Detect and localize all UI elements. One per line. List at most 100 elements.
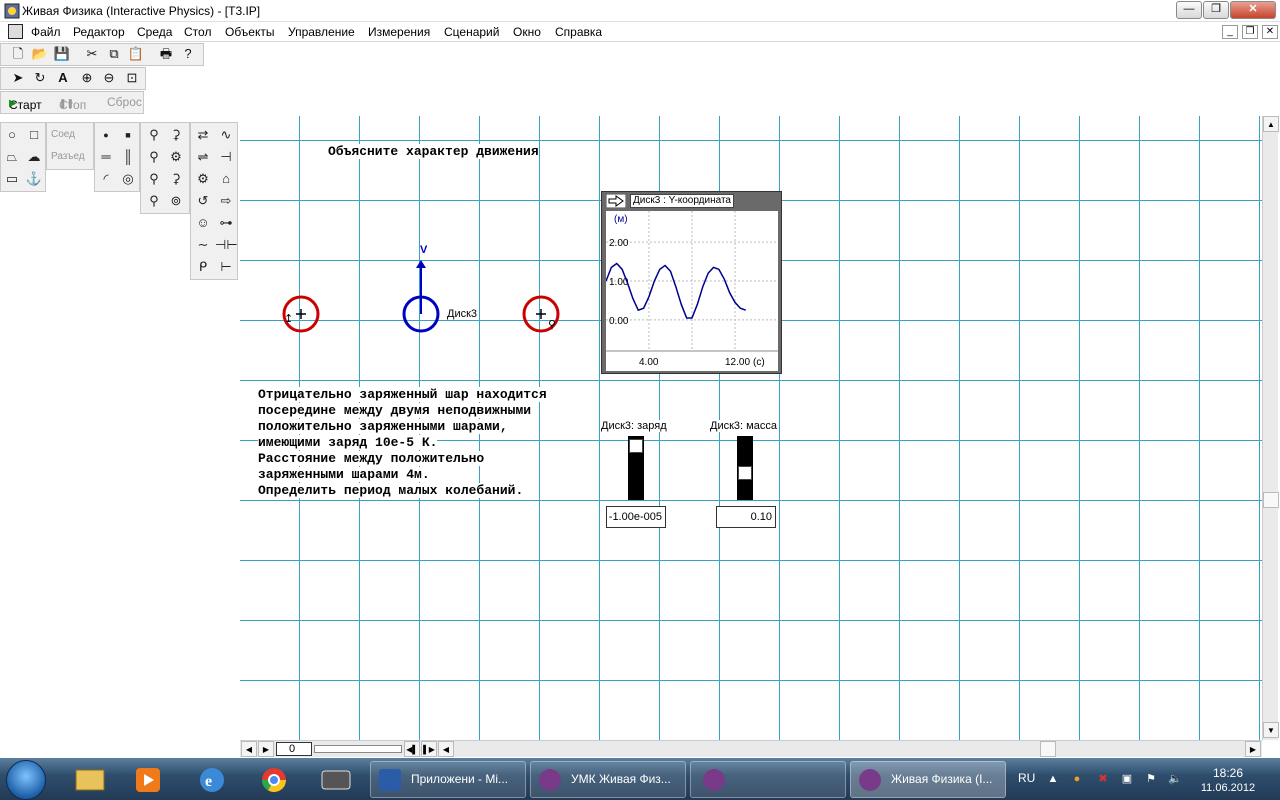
square-point-tool-icon[interactable]: ■ (117, 125, 139, 145)
menu-control[interactable]: Управление (288, 25, 355, 39)
maximize-button[interactable]: ❐ (1203, 1, 1229, 19)
step-back-end-icon[interactable]: ◀▌ (404, 741, 420, 757)
gear-icon[interactable]: ⚙ (192, 169, 214, 189)
separator-icon[interactable]: ⌂ (215, 169, 237, 189)
mass-slider-knob[interactable] (738, 466, 752, 480)
line-icon[interactable]: ⊢ (215, 257, 237, 277)
charge-slider-knob[interactable] (629, 438, 643, 453)
menu-file[interactable]: Файл (31, 25, 61, 39)
close-button[interactable]: ✕ (1230, 1, 1276, 19)
internet-explorer-icon[interactable]: e (186, 762, 238, 798)
cut-icon[interactable]: ✂ (81, 44, 103, 64)
new-file-icon[interactable]: 🗋 (7, 44, 29, 64)
device-icon[interactable]: ▣ (1120, 772, 1134, 786)
menu-table[interactable]: Стол (184, 25, 211, 39)
clock-date[interactable]: 11.06.2012 (1196, 782, 1260, 794)
rectangle-tool-icon[interactable]: □ (23, 125, 45, 145)
frame-counter[interactable]: 0 (276, 742, 312, 756)
rotate-icon[interactable]: ↻ (29, 68, 51, 88)
horizontal-scroll-thumb[interactable] (1040, 741, 1056, 757)
spring-icon[interactable]: ⇄ (192, 125, 214, 145)
curved-slot-icon[interactable]: ◜ (95, 169, 117, 189)
avast-icon[interactable]: ● (1070, 772, 1084, 786)
rewind-icon[interactable]: ◀ (241, 741, 257, 757)
point-tool-icon[interactable]: ● (95, 125, 117, 145)
scroll-up-icon[interactable]: ▲ (1263, 116, 1279, 132)
arrow-right-icon[interactable] (606, 194, 626, 208)
left-charged-ball[interactable]: ↥ (282, 295, 320, 333)
rod-icon[interactable]: ⊶ (215, 213, 237, 233)
menu-objects[interactable]: Объекты (225, 25, 275, 39)
task-physics-thumbnail[interactable] (690, 761, 846, 798)
menu-environment[interactable]: Среда (137, 25, 172, 39)
step-forward-icon[interactable]: ▶ (258, 741, 274, 757)
text-tool-icon[interactable]: A (52, 68, 74, 88)
media-player-icon[interactable] (122, 762, 174, 798)
rod-joint-icon[interactable]: ⚳ (165, 125, 187, 145)
pin-joint-icon[interactable]: ◎ (117, 169, 139, 189)
actuator-icon[interactable]: ⊣ (215, 147, 237, 167)
task-umk-physics[interactable]: УМК Живая Физ... (530, 761, 686, 798)
wave-icon[interactable]: ∼ (192, 235, 214, 255)
menu-editor[interactable]: Редактор (73, 25, 125, 39)
curved-body-tool-icon[interactable]: ☁ (23, 147, 45, 167)
task-word-document[interactable]: Приложени - Mi... (370, 761, 526, 798)
damper-icon[interactable]: ∿ (215, 125, 237, 145)
mass-slider[interactable] (737, 436, 753, 500)
help-icon[interactable]: ? (177, 44, 199, 64)
rigid-joint-icon[interactable]: ⚲ (143, 169, 165, 189)
slot-joint-icon[interactable]: ⚳ (165, 169, 187, 189)
flag-icon[interactable]: ⚑ (1144, 772, 1158, 786)
zoom-in-icon[interactable]: ⊕ (76, 68, 98, 88)
arrow-select-icon[interactable]: ➤ (7, 68, 29, 88)
task-heading[interactable]: Объясните характер движения (328, 144, 539, 159)
tray-expand-icon[interactable]: ▲ (1046, 772, 1060, 786)
menu-script[interactable]: Сценарий (444, 25, 499, 39)
language-indicator[interactable]: RU (1018, 771, 1035, 785)
vertical-scroll-thumb[interactable] (1263, 492, 1279, 508)
fast-forward-icon[interactable]: ▌▶ (421, 741, 437, 757)
right-charged-ball[interactable]: ⚲ (522, 295, 560, 333)
capacitor-icon[interactable]: ⊣⊢ (215, 235, 238, 255)
zoom-out-icon[interactable]: ⊖ (98, 68, 120, 88)
spring-damper-icon[interactable]: ⇌ (192, 147, 214, 167)
doc-restore-button[interactable]: ❐ (1242, 25, 1258, 39)
print-icon[interactable]: 🖶 (155, 44, 177, 64)
person-icon[interactable]: ☺ (192, 213, 214, 233)
start-button[interactable] (6, 760, 46, 800)
reset-button[interactable]: Сброс (107, 95, 142, 109)
menu-help[interactable]: Справка (555, 25, 602, 39)
mass-value-field[interactable]: 0.10 (716, 506, 776, 528)
pulley-icon[interactable]: ⚲ (143, 147, 165, 167)
projector-app-icon[interactable] (310, 762, 362, 798)
doc-close-button[interactable]: ✕ (1262, 25, 1278, 39)
polygon-tool-icon[interactable]: ⏢ (1, 147, 23, 167)
open-file-icon[interactable]: 📂 (29, 44, 51, 64)
circle-tool-icon[interactable]: ○ (1, 125, 23, 145)
paste-icon[interactable]: 📋 (125, 44, 147, 64)
task-live-physics-active[interactable]: Живая Физика (I... (850, 761, 1006, 798)
split-button[interactable]: Разъед (51, 147, 97, 167)
frame-slider[interactable] (314, 745, 402, 753)
scroll-right-icon[interactable]: ▶ (1245, 741, 1261, 757)
gear-joint-icon[interactable]: ⚙ (165, 147, 187, 167)
spring-joint-icon[interactable]: ⚲ (143, 191, 165, 211)
vertical-scrollbar[interactable]: ▲ ▼ (1262, 116, 1279, 740)
probe-icon[interactable]: ᑭ (192, 257, 214, 277)
chrome-icon[interactable] (248, 762, 300, 798)
moving-disk[interactable] (402, 260, 440, 333)
join-button[interactable]: Соед (51, 125, 97, 145)
rope-joint-icon[interactable]: ⚲ (143, 125, 165, 145)
scroll-down-icon[interactable]: ▼ (1263, 722, 1279, 738)
vertical-slot-icon[interactable]: ║ (117, 147, 139, 167)
charge-value-field[interactable]: -1.00e-005 (606, 506, 666, 528)
doc-minimize-button[interactable]: _ (1222, 25, 1238, 39)
explorer-icon[interactable] (64, 762, 116, 798)
anchor-icon[interactable]: ⚓ (23, 169, 45, 189)
clock-time[interactable]: 18:26 (1206, 766, 1250, 780)
motor-icon[interactable]: ⊚ (165, 191, 187, 211)
save-icon[interactable]: 💾 (51, 44, 73, 64)
copy-icon[interactable]: ⧉ (103, 44, 125, 64)
graph-window[interactable]: Диск3 : Y-координата 2.00 1.00 0.00 4.00 12.… (601, 191, 782, 374)
network-warning-icon[interactable]: ✖ (1096, 772, 1110, 786)
